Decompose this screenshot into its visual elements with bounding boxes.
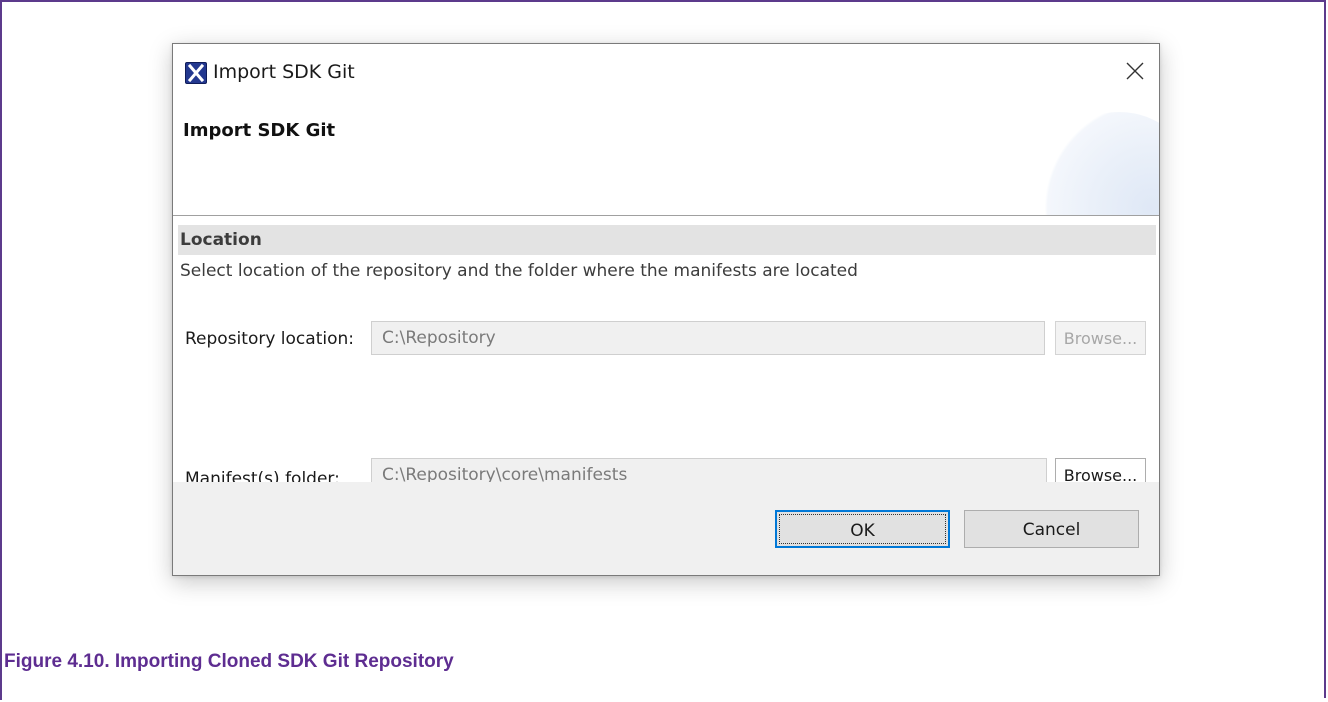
dialog-body: Location Select location of the reposito… [173,216,1159,492]
close-icon [1126,62,1144,80]
cancel-button[interactable]: Cancel [964,510,1139,548]
section-description: Select location of the repository and th… [180,261,858,281]
ok-button[interactable]: OK [775,510,950,548]
header-title: Import SDK Git [183,120,336,141]
figure-caption: Figure 4.10. Importing Cloned SDK Git Re… [4,651,454,672]
dialog-footer: OK Cancel [173,482,1159,575]
section-title: Location [180,230,262,250]
repository-location-input[interactable]: C:\Repository [371,321,1045,355]
import-sdk-git-dialog: Import SDK Git Import SDK Git Location S… [172,43,1160,576]
x-app-icon [185,62,207,84]
header-decoration [1039,112,1159,215]
repository-browse-button[interactable]: Browse... [1055,321,1146,355]
dialog-header: Import SDK Git [173,102,1159,215]
repository-location-label: Repository location: [185,329,354,349]
location-section-header: Location [178,225,1156,255]
dialog-titlebar: Import SDK Git [173,44,1159,102]
window-title: Import SDK Git [213,61,355,83]
close-button[interactable] [1115,56,1155,90]
